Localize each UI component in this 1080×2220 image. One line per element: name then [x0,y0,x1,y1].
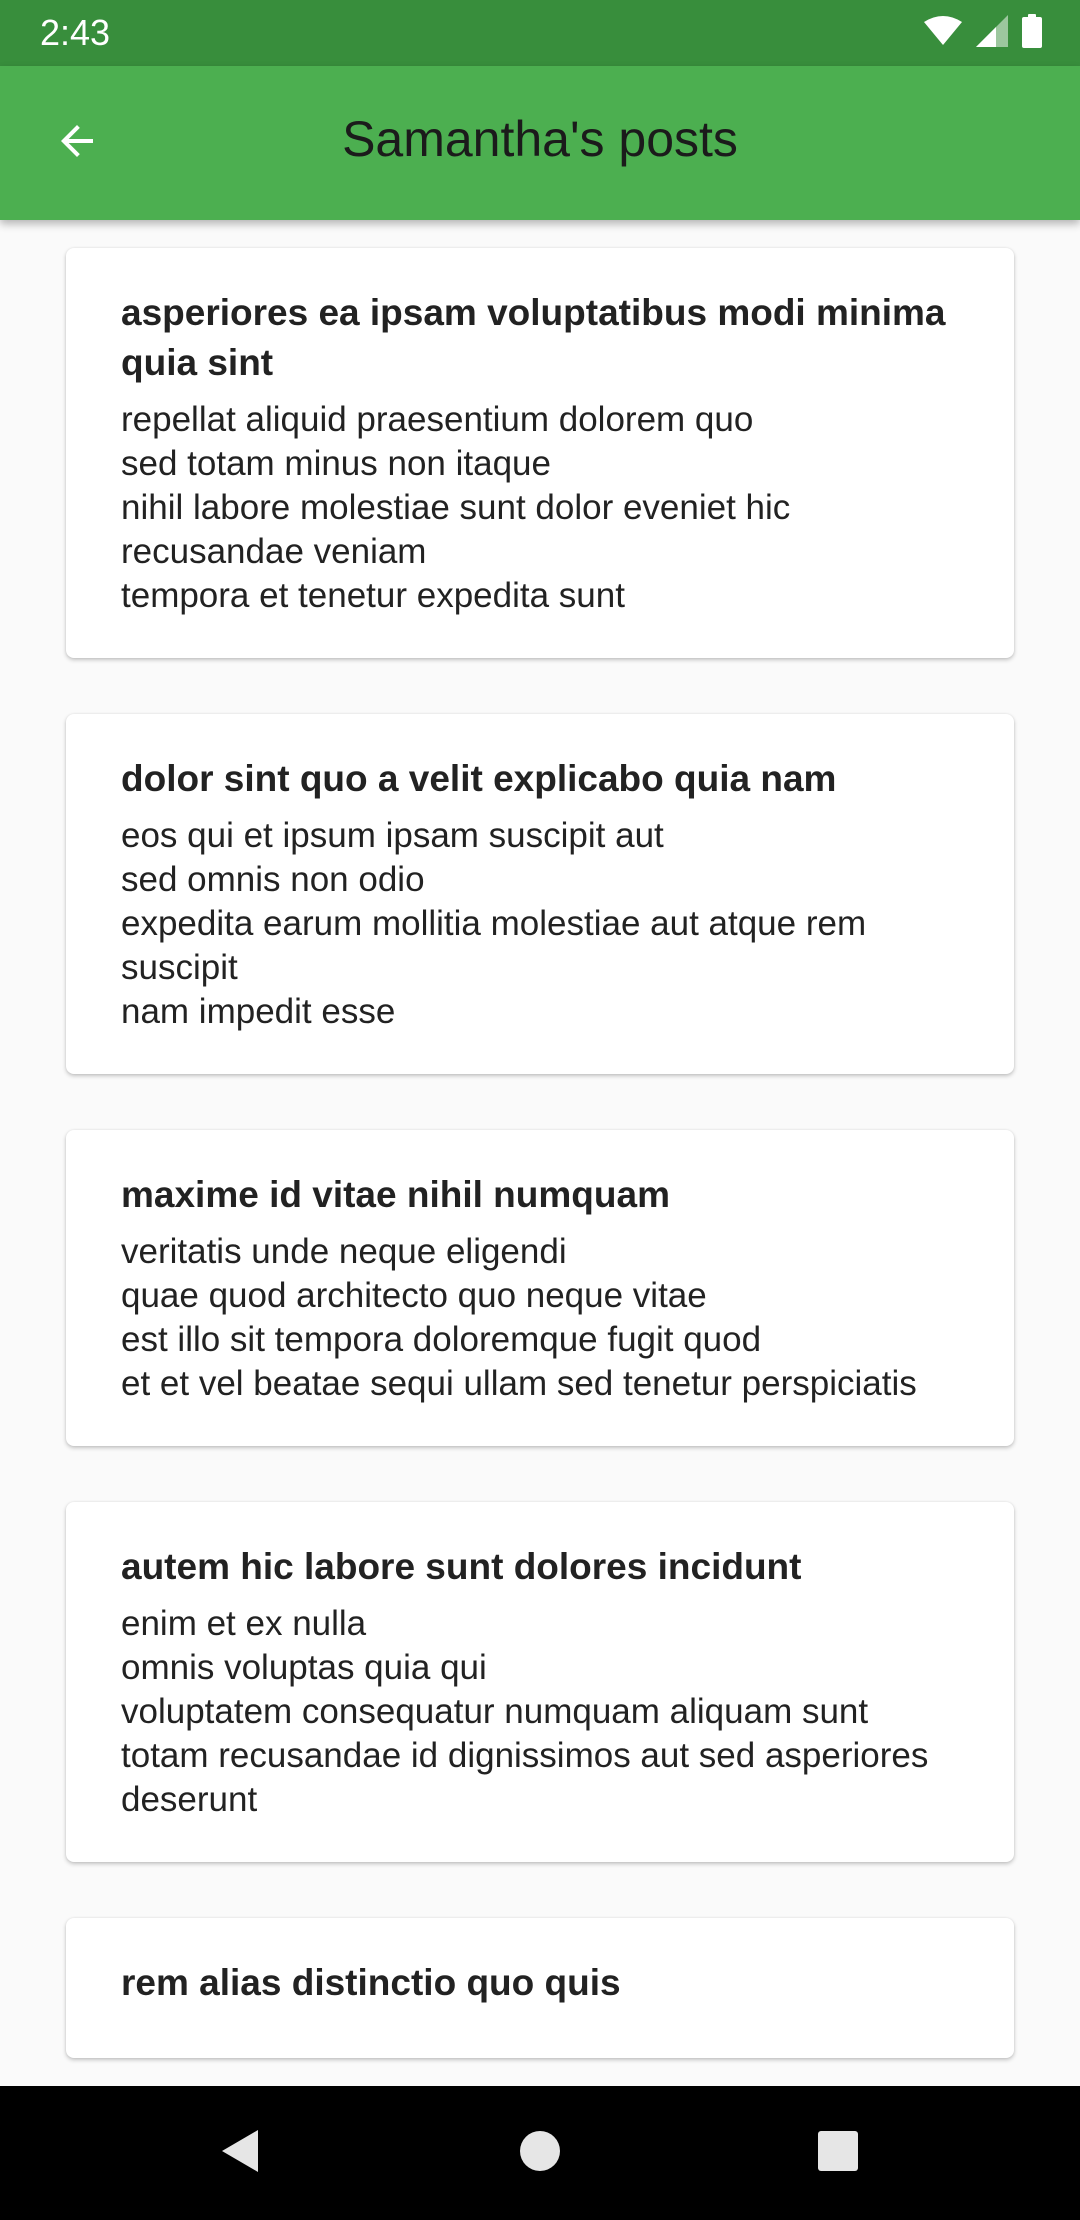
post-card[interactable]: asperiores ea ipsam voluptatibus modi mi… [66,248,1014,658]
post-body: repellat aliquid praesentium dolorem quo… [121,400,791,615]
battery-icon [1022,13,1042,53]
post-card[interactable]: dolor sint quo a velit explicabo quia na… [66,714,1014,1074]
post-title: maxime id vitae nihil numquam [121,1174,670,1215]
nav-back-button[interactable] [203,2116,277,2190]
status-bar: 2:43 [0,0,1080,66]
nav-home-button[interactable] [503,2116,577,2190]
post-card[interactable]: autem hic labore sunt dolores incidunt e… [66,1502,1014,1862]
post-body: eos qui et ipsum ipsam suscipit aut sed … [121,816,867,1031]
page-title: Samantha's posts [342,111,738,167]
post-body: veritatis unde neque eligendi quae quod … [121,1232,917,1403]
back-triangle-icon [220,2128,260,2179]
post-card[interactable]: rem alias distinctio quo quis [66,1918,1014,2058]
post-list: asperiores ea ipsam voluptatibus modi mi… [0,220,1080,2058]
post-card[interactable]: maxime id vitae nihil numquam veritatis … [66,1130,1014,1446]
post-title: asperiores ea ipsam voluptatibus modi mi… [121,292,946,383]
post-title: rem alias distinctio quo quis [121,1962,621,2003]
system-nav-bar [0,2086,1080,2220]
cell-signal-icon [976,14,1008,52]
home-circle-icon [519,2130,561,2177]
status-icons [924,13,1042,53]
nav-recents-button[interactable] [801,2116,875,2190]
post-title: autem hic labore sunt dolores incidunt [121,1546,802,1587]
status-time: 2:43 [40,12,111,53]
wifi-icon [924,15,962,51]
recents-square-icon [817,2130,859,2177]
post-body: enim et ex nulla omnis voluptas quia qui… [121,1604,929,1819]
post-list-scroll[interactable]: asperiores ea ipsam voluptatibus modi mi… [0,220,1080,2086]
post-title: dolor sint quo a velit explicabo quia na… [121,758,837,799]
app-bar: Samantha's posts [0,66,1080,220]
